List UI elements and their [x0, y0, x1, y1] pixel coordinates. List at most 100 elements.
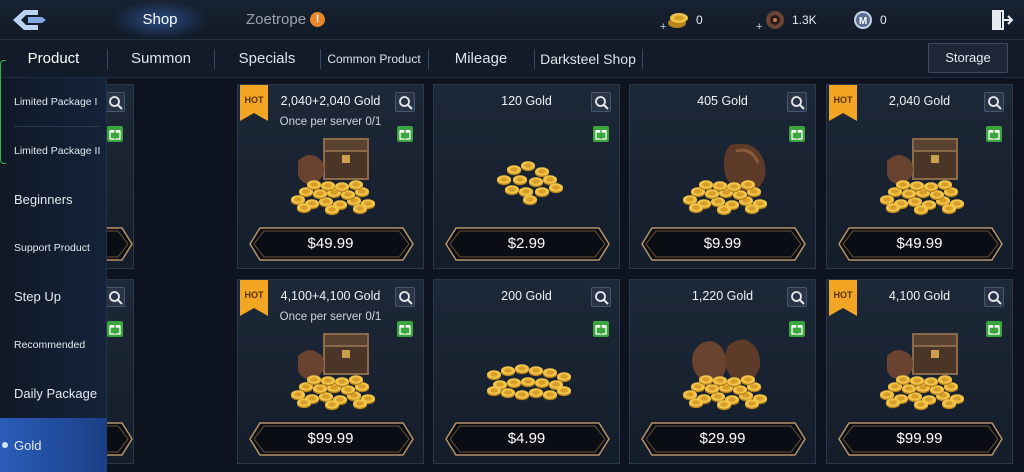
currency-gold-value: 0 — [696, 13, 703, 27]
sidebar-item-label: Recommended — [14, 339, 86, 351]
sidebar-item-label: Daily Package — [14, 386, 98, 401]
magnifier-icon[interactable] — [787, 92, 807, 112]
price-label: $29.99 — [107, 421, 123, 457]
category-product[interactable]: Product — [0, 40, 107, 78]
sidebar-item-step-up[interactable]: Step Up — [0, 272, 107, 321]
category-bar: Product Summon Specials Common Product M… — [0, 40, 1024, 78]
price-label: $9.99 — [703, 235, 742, 252]
price-label: $2.99 — [507, 235, 546, 252]
magnifier-icon[interactable] — [107, 92, 125, 112]
gift-icon[interactable] — [986, 321, 1002, 337]
buy-button[interactable]: $4.99 — [444, 421, 610, 457]
buy-button[interactable]: $29.99 — [107, 421, 133, 457]
product-card[interactable]: 1,220 Gold $29.99 — [629, 279, 816, 464]
exit-icon[interactable] — [990, 8, 1014, 32]
magnifier-icon[interactable] — [591, 287, 611, 307]
price-label: $49.99 — [896, 235, 943, 252]
gift-icon[interactable] — [107, 126, 123, 142]
gold-artwork-icon — [857, 326, 984, 414]
magnifier-icon[interactable] — [984, 92, 1004, 112]
svg-text:M: M — [859, 16, 867, 27]
gift-icon[interactable] — [789, 321, 805, 337]
sidebar-item-support-product[interactable]: Support Product — [0, 224, 107, 272]
magnifier-icon[interactable] — [591, 92, 611, 112]
gold-artwork-icon — [660, 326, 787, 414]
product-card[interactable]: +405 Goldper server 0/1 $9.99 — [107, 84, 134, 269]
category-summon[interactable]: Summon — [108, 40, 214, 78]
gold-artwork-icon — [857, 131, 984, 219]
currency-darksteel: + 1.3K — [756, 8, 817, 32]
category-common-product[interactable]: Common Product — [321, 40, 427, 78]
buy-button[interactable]: $9.99 — [640, 226, 806, 262]
mileage-icon: M — [854, 11, 872, 29]
product-card[interactable]: 200 Gold $4.99 — [433, 279, 620, 464]
product-card[interactable]: 405 Gold $9.99 — [629, 84, 816, 269]
divider — [642, 49, 643, 69]
price-label: $4.99 — [507, 430, 546, 447]
magnifier-icon[interactable] — [787, 287, 807, 307]
magnifier-icon[interactable] — [395, 92, 415, 112]
gold-artwork-icon — [268, 326, 395, 414]
sidebar-item-gold[interactable]: Gold — [0, 418, 107, 472]
price-label: $49.99 — [307, 235, 354, 252]
magnifier-icon[interactable] — [984, 287, 1004, 307]
currency-gold: + 0 — [660, 8, 703, 32]
category-darksteel-shop[interactable]: Darksteel Shop — [535, 40, 641, 78]
sidebar-item-label: Limited Package I — [14, 96, 98, 108]
buy-button[interactable]: $9.99 — [107, 226, 133, 262]
gold-artwork-icon — [268, 131, 395, 219]
buy-button[interactable]: $49.99 — [248, 226, 414, 262]
product-card[interactable]: 120 Gold $2.99 — [433, 84, 620, 269]
buy-button[interactable]: $99.99 — [837, 421, 1003, 457]
sidebar-item-daily-package[interactable]: Daily Package — [0, 369, 107, 418]
gift-icon[interactable] — [107, 321, 123, 337]
price-label: $99.99 — [896, 430, 943, 447]
storage-button[interactable]: Storage — [928, 43, 1008, 73]
gift-icon[interactable] — [397, 321, 413, 337]
gold-artwork-icon — [660, 131, 787, 219]
buy-button[interactable]: $49.99 — [837, 226, 1003, 262]
sidebar-item-label: Support Product — [14, 242, 90, 254]
back-arrow-icon[interactable] — [10, 6, 50, 34]
product-card[interactable]: HOT 4,100 Gold $99.99 — [826, 279, 1013, 464]
sidebar-item-label: Step Up — [14, 289, 61, 304]
tab-zoetrope-label: Zoetrope — [246, 11, 307, 28]
gift-icon[interactable] — [397, 126, 413, 142]
gold-artwork-icon — [464, 131, 591, 219]
magnifier-icon[interactable] — [395, 287, 415, 307]
gift-icon[interactable] — [593, 321, 609, 337]
gift-icon[interactable] — [593, 126, 609, 142]
currency-darksteel-value: 1.3K — [792, 13, 817, 27]
currency-mileage: M 0 — [852, 8, 887, 32]
sidebar-item-label: Limited Package II — [14, 145, 101, 157]
buy-button[interactable]: $2.99 — [444, 226, 610, 262]
product-card[interactable]: HOT 2,040 Gold $49.99 — [826, 84, 1013, 269]
product-card[interactable]: HOT 4,100+4,100 Gold Once per server 0/1 $… — [237, 279, 424, 464]
sidebar-item-limited-package-2[interactable]: Limited Package II — [0, 127, 107, 175]
sidebar-item-label: Gold — [14, 437, 42, 453]
sidebar-item-limited-package-1[interactable]: Limited Package I — [0, 78, 107, 126]
buy-button[interactable]: $99.99 — [248, 421, 414, 457]
sidebar-item-label: Beginners — [14, 192, 73, 207]
tab-shop[interactable]: Shop — [112, 0, 208, 40]
product-grid: +405 Goldper server 0/1 $9.99 HOT2,040+2… — [107, 84, 1024, 472]
purchase-limit: Once per server 0/1 — [279, 116, 382, 128]
gold-artwork-icon — [464, 326, 591, 414]
purchase-limit: Once per server 0/1 — [279, 311, 382, 323]
gift-icon[interactable] — [789, 126, 805, 142]
category-mileage[interactable]: Mileage — [429, 40, 533, 78]
sidebar: Limited Package I Limited Package II Beg… — [0, 60, 107, 472]
sidebar-item-recommended[interactable]: Recommended — [0, 321, 107, 369]
magnifier-icon[interactable] — [107, 287, 125, 307]
price-label: $9.99 — [107, 226, 123, 262]
tab-zoetrope[interactable]: Zoetrope! — [246, 0, 326, 40]
product-card[interactable]: HOT 2,040+2,040 Gold Once per server 0/1 $… — [237, 84, 424, 269]
product-card[interactable]: +1,220 Goldper server 0/1 $29.99 — [107, 279, 134, 464]
alert-badge: ! — [310, 12, 326, 27]
category-specials[interactable]: Specials — [215, 40, 319, 78]
buy-button[interactable]: $29.99 — [640, 421, 806, 457]
gift-icon[interactable] — [986, 126, 1002, 142]
price-label: $29.99 — [699, 430, 746, 447]
price-label: $99.99 — [307, 430, 354, 447]
sidebar-item-beginners[interactable]: Beginners — [0, 175, 107, 224]
